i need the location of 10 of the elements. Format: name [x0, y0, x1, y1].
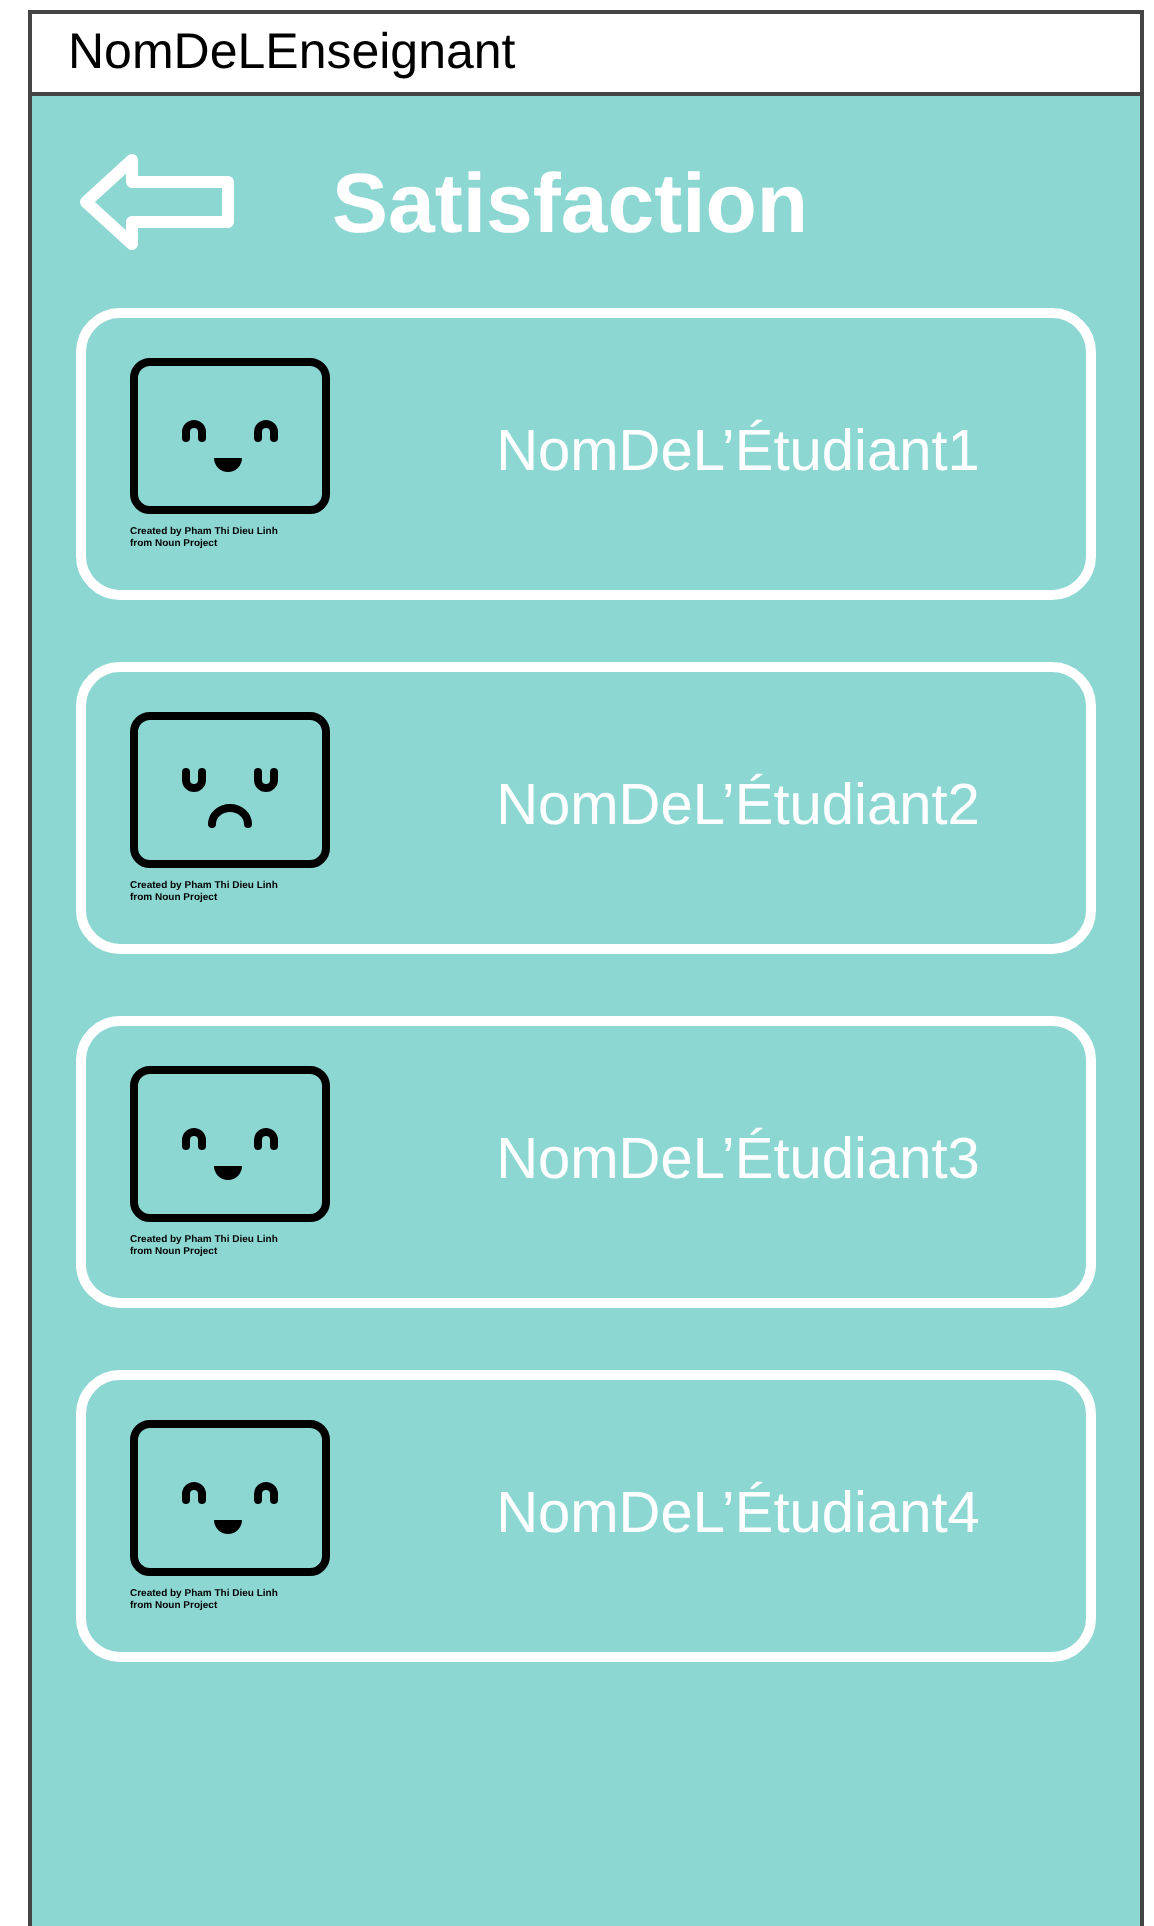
- student-name: NomDeL’Étudiant2: [494, 771, 980, 843]
- smiling-face-icon: [130, 358, 330, 514]
- student-name: NomDeL’Étudiant1: [494, 417, 980, 489]
- student-name: NomDeL’Étudiant4: [494, 1479, 980, 1551]
- page-title: Satisfaction: [332, 153, 809, 253]
- smiling-face-icon: [130, 1420, 330, 1576]
- smiling-face-icon: [130, 1066, 330, 1222]
- back-arrow-icon[interactable]: [80, 154, 236, 250]
- student-name: NomDeL’Étudiant3: [494, 1125, 980, 1197]
- sad-face-icon: [130, 712, 330, 868]
